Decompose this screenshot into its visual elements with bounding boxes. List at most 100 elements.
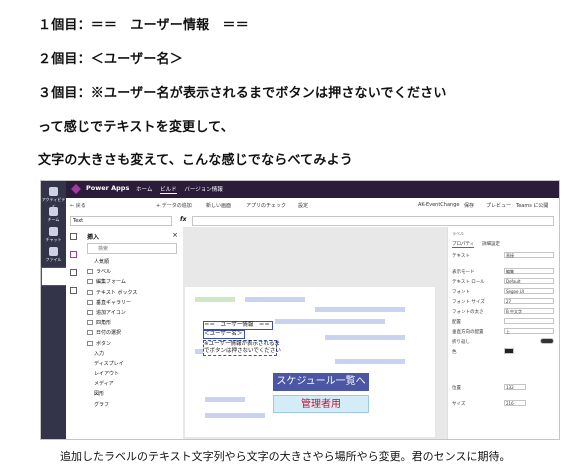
rail-powerapps[interactable]: Power Apps <box>41 267 68 286</box>
insert-category[interactable]: レイアウト <box>87 369 137 379</box>
publish-button[interactable]: Teams に公開 <box>516 202 548 209</box>
insert-item[interactable]: ラベル <box>87 267 137 277</box>
prop-value[interactable]: 216 <box>504 400 526 406</box>
prop-label: フォント <box>452 290 470 295</box>
prop-value[interactable]: 27 <box>504 298 554 304</box>
powerapps-logo-icon <box>71 184 81 194</box>
label-user-name[interactable]: ＜ユーザー名＞ <box>203 330 245 339</box>
design-canvas: ＝＝ ユーザー情報 ＝＝ ＜ユーザー名＞ ※ユーザー情報が表示されるま でボタン… <box>183 227 447 439</box>
fx-icon: fx <box>180 216 187 223</box>
app-screen[interactable]: ＝＝ ユーザー情報 ＝＝ ＜ユーザー名＞ ※ユーザー情報が表示されるま でボタン… <box>185 287 435 437</box>
insert-panel-title: 挿入 <box>87 234 100 241</box>
insert-category[interactable]: グラフ <box>87 400 137 410</box>
insert-item[interactable]: 四角形 <box>87 318 137 328</box>
prop-label: 折り返し <box>452 340 470 345</box>
app-topbar: Power Apps ホーム ビルド バージョン情報 <box>66 181 559 198</box>
instruction-line-1: １個目：＝＝ ユーザー情報 ＝＝ <box>38 18 249 33</box>
tab-build[interactable]: ビルド <box>160 187 177 194</box>
tab-advanced[interactable]: 詳細設定 <box>482 241 500 247</box>
instruction-line-3: ３個目：※ユーザー名が表示されるまでボタンは押さないでください <box>38 86 447 101</box>
formula-bar: Text fx <box>66 213 559 228</box>
settings-button[interactable]: 設定 <box>298 202 308 209</box>
tool-strip <box>66 227 82 439</box>
rail-teams[interactable]: チーム <box>41 207 66 223</box>
media-icon[interactable] <box>70 287 77 294</box>
calendar-bar <box>205 413 265 418</box>
top-nav: ホーム ビルド バージョン情報 <box>136 185 229 194</box>
prop-label: 色 <box>452 350 457 355</box>
prop-value[interactable]: 上 <box>504 328 554 334</box>
prop-value[interactable]: Default <box>504 278 554 284</box>
schedule-list-button[interactable]: スケジュール一覧へ <box>273 373 369 391</box>
calendar-bar <box>245 297 305 302</box>
back-button[interactable]: ← 戻る <box>70 202 86 209</box>
app-check-button[interactable]: アプリのチェック <box>246 202 286 209</box>
insert-search-input[interactable]: 検索 <box>87 243 177 254</box>
calendar-bar <box>275 319 385 324</box>
prop-label: フォント サイズ <box>452 300 485 305</box>
insert-item[interactable]: ボタン <box>87 339 137 349</box>
close-icon[interactable]: × <box>172 231 178 239</box>
prop-value[interactable]: 直接 <box>504 252 554 258</box>
insert-item[interactable]: 編集フォーム <box>87 277 137 287</box>
save-button[interactable]: 保存 <box>464 202 474 209</box>
calendar-bar <box>315 307 405 312</box>
calendar-bar <box>335 359 405 364</box>
prop-label: フォントの太さ <box>452 310 484 315</box>
app-title: Power Apps <box>86 184 130 192</box>
rail-chat[interactable]: チャット <box>41 227 66 243</box>
admin-button[interactable]: 管理者用 <box>273 395 369 413</box>
new-screen-button[interactable]: 新しい画面 <box>206 202 231 209</box>
insert-category[interactable]: 人気順 <box>87 257 137 267</box>
teams-rail: アクティビティ チーム チャット ファイル Power Apps <box>41 181 68 439</box>
instruction-line-2: ２個目：＜ユーザー名＞ <box>38 52 183 67</box>
prop-value[interactable]: 編集 <box>504 268 554 274</box>
properties-panel: ラベル プロパティ 詳細設定 テキスト 直接 表示モード 編集 テキスト ロール… <box>447 227 559 439</box>
label-user-info[interactable]: ＝＝ ユーザー情報 ＝＝ <box>203 321 273 330</box>
prop-label: 位置 <box>452 386 461 391</box>
calendar-bar <box>205 397 245 402</box>
calendar-bar <box>325 335 405 340</box>
insert-list: 人気順 ラベル 編集フォーム テキスト ボックス 垂直ギャラリー 追加アイコン … <box>87 257 137 410</box>
prop-label: サイズ <box>452 402 466 407</box>
insert-icon[interactable] <box>70 251 77 258</box>
prop-label: テキスト <box>452 254 470 259</box>
rail-activity[interactable]: アクティビティ <box>41 187 66 209</box>
insert-item[interactable]: 追加アイコン <box>87 308 137 318</box>
prop-value[interactable]: B 中太字 <box>504 308 554 314</box>
prop-value[interactable]: Segoe UI <box>504 288 554 294</box>
tab-about[interactable]: バージョン情報 <box>184 187 222 193</box>
color-swatch[interactable] <box>504 348 514 354</box>
align-buttons[interactable] <box>504 318 554 324</box>
wrap-toggle[interactable] <box>540 338 554 344</box>
tab-home[interactable]: ホーム <box>136 187 152 193</box>
instruction-line-5: 文字の大きさも変えて、こんな感じでならべてみよう <box>38 153 353 168</box>
prop-value[interactable]: 132 <box>504 384 526 390</box>
rail-files[interactable]: ファイル <box>41 247 66 263</box>
insert-item[interactable]: 日付の選択 <box>87 328 137 338</box>
insert-category[interactable]: ディスプレイ <box>87 359 137 369</box>
props-header: ラベル <box>452 231 464 236</box>
insert-panel: 挿入 × 検索 人気順 ラベル 編集フォーム テキスト ボックス 垂直ギャラリー… <box>81 227 184 439</box>
command-bar: ← 戻る + データの追加 新しい画面 アプリのチェック 設定 AK-Event… <box>66 198 559 214</box>
formula-input[interactable] <box>192 216 554 226</box>
environment-name: AK-EventChange <box>418 202 460 208</box>
prop-label: テキスト ロール <box>452 280 485 285</box>
data-icon[interactable] <box>70 269 77 276</box>
preview-button[interactable]: プレビュー <box>486 202 511 209</box>
powerapps-screenshot: アクティビティ チーム チャット ファイル Power Apps Power A… <box>40 180 560 440</box>
insert-category[interactable]: 図形 <box>87 389 137 399</box>
add-data-button[interactable]: + データの追加 <box>156 202 192 209</box>
calendar-bar <box>195 297 235 302</box>
insert-category[interactable]: 入力 <box>87 349 137 359</box>
property-dropdown[interactable]: Text <box>70 216 172 226</box>
tree-view-icon[interactable] <box>70 233 77 240</box>
insert-category[interactable]: メディア <box>87 379 137 389</box>
insert-item[interactable]: テキスト ボックス <box>87 288 137 298</box>
instruction-line-4: って感じでテキストを変更して、 <box>38 120 234 135</box>
insert-item[interactable]: 垂直ギャラリー <box>87 298 137 308</box>
prop-label: 垂直方向の配置 <box>452 330 484 335</box>
caption: 追加したラベルのテキスト文字列やら文字の大きさやら場所やら変更。君のセンスに期待… <box>60 450 511 463</box>
label-warning[interactable]: ※ユーザー情報が表示されるま でボタンは押さないでください <box>203 340 281 356</box>
tab-properties[interactable]: プロパティ <box>452 241 475 248</box>
